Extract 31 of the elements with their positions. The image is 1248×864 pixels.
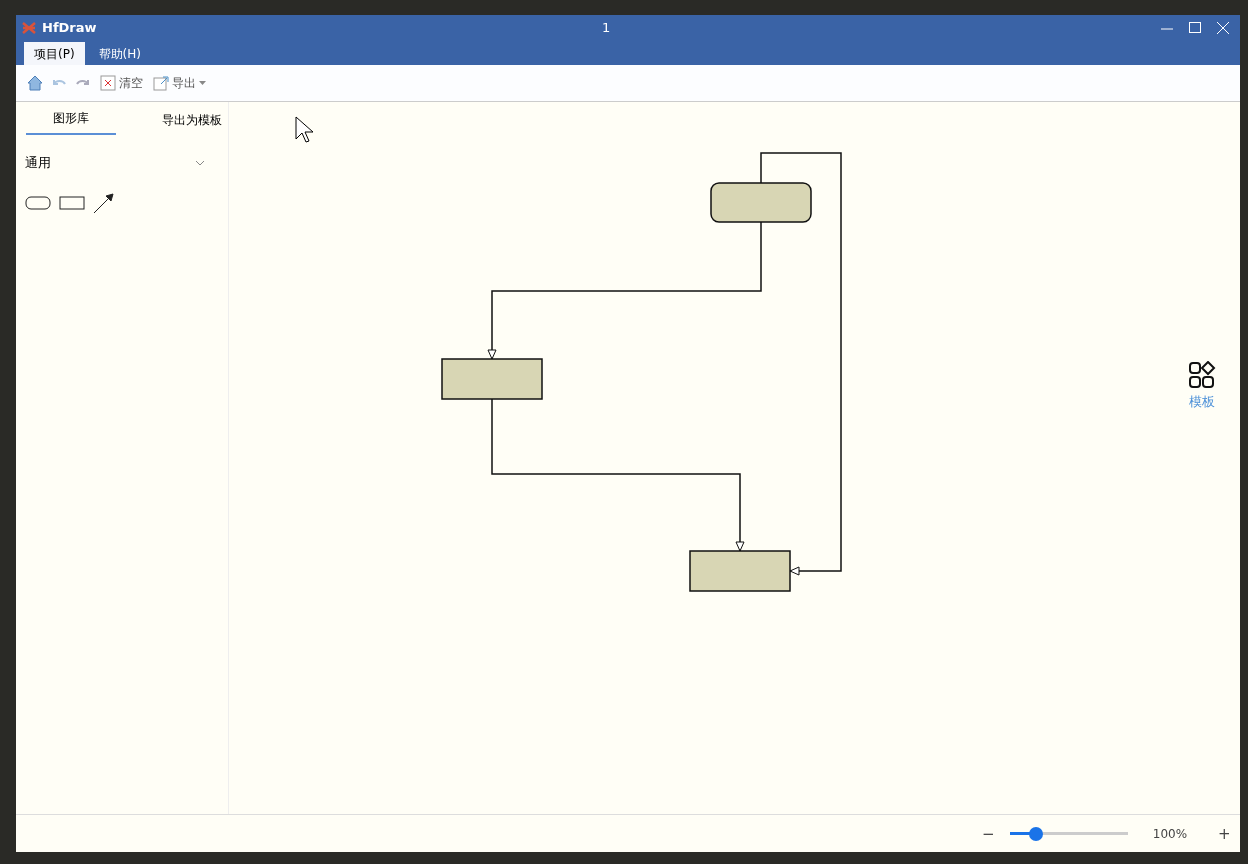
sidebar-tab[interactable]: 图形库 (26, 103, 116, 135)
arrow-shape-icon[interactable] (93, 192, 115, 214)
window-title: 1 (602, 20, 612, 35)
app-name: HfDraw (42, 20, 98, 35)
clear-icon (100, 75, 116, 91)
cursor-icon (295, 116, 315, 144)
zoom-in-button[interactable]: + (1212, 823, 1234, 844)
chevron-icon[interactable] (195, 160, 205, 166)
connector-arrow[interactable] (491, 398, 745, 552)
rounded-rect-node[interactable] (710, 182, 812, 223)
rounded-rect-shape-icon[interactable] (25, 196, 51, 210)
close-icon[interactable] (1216, 20, 1230, 35)
maximize-icon[interactable] (1188, 20, 1202, 35)
export-button[interactable]: 导出 (151, 72, 208, 94)
caret-icon (199, 80, 206, 86)
zoom-reading: 100% (1151, 826, 1189, 841)
zoom-out-button[interactable]: − (976, 823, 998, 844)
export-icon (153, 75, 169, 91)
clear-button[interactable]: 清空 (98, 72, 145, 94)
group-title[interactable]: 通用 (25, 154, 51, 172)
menu-tab[interactable]: 项目(P) (24, 42, 85, 65)
template-button[interactable]: 模板 (1182, 360, 1222, 412)
app-logo-icon (22, 20, 36, 35)
rect-node[interactable] (441, 358, 543, 400)
connector-arrow[interactable] (760, 152, 842, 576)
connector-arrow[interactable] (487, 221, 762, 360)
menu-tab[interactable]: 帮助(H) (88, 42, 151, 65)
rect-node[interactable] (689, 550, 791, 592)
shapes-grid-icon (1188, 361, 1216, 389)
rect-shape-icon[interactable] (59, 196, 85, 210)
home-icon[interactable] (26, 74, 44, 92)
